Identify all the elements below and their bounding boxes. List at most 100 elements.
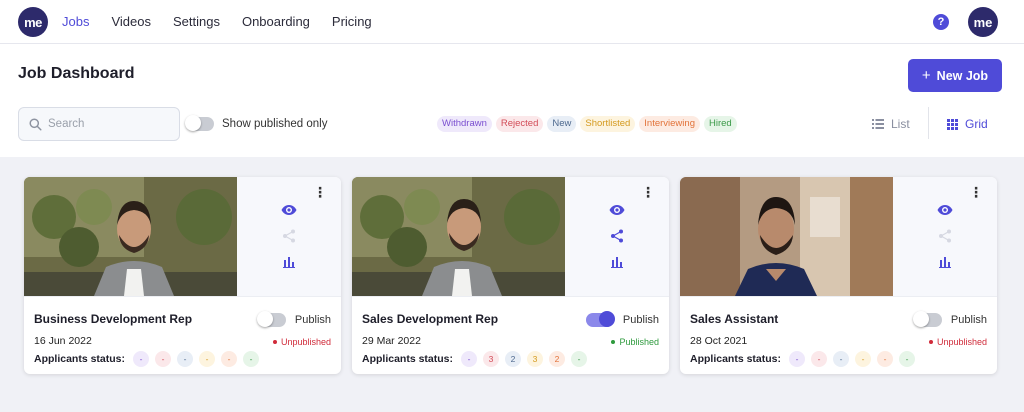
count-shortlisted[interactable]: - xyxy=(855,351,872,367)
job-date: 16 Jun 2022 xyxy=(34,335,92,347)
job-title[interactable]: Sales Development Rep xyxy=(362,312,498,326)
count-new[interactable]: 2 xyxy=(505,351,522,367)
count-new[interactable]: - xyxy=(833,351,850,367)
nav-link-pricing[interactable]: Pricing xyxy=(332,14,372,29)
status-chip-hired[interactable]: Hired xyxy=(703,116,737,132)
card-actions: ⋮ xyxy=(237,177,341,296)
publish-status-text: Unpublished xyxy=(936,337,987,347)
status-dot xyxy=(272,340,277,344)
stats-icon[interactable] xyxy=(607,253,627,271)
show-published-filter: Show published only xyxy=(185,115,328,131)
show-published-label: Show published only xyxy=(222,118,328,130)
nav-links: Jobs Videos Settings Onboarding Pricing xyxy=(62,14,394,29)
count-hired[interactable]: - xyxy=(899,351,916,367)
publish-status-text: Published xyxy=(619,337,659,347)
new-job-label: New Job xyxy=(936,68,989,83)
brand-logo[interactable]: me xyxy=(18,7,48,37)
count-new[interactable]: - xyxy=(177,351,194,367)
nav-link-settings[interactable]: Settings xyxy=(173,14,220,29)
help-icon[interactable]: ? xyxy=(933,14,949,30)
plus-icon: + xyxy=(921,67,931,84)
publish-control: Publish xyxy=(256,311,331,327)
count-interviewing[interactable]: 2 xyxy=(549,351,566,367)
status-chip-new[interactable]: New xyxy=(547,116,577,132)
status-dot xyxy=(611,340,616,344)
page-title: Job Dashboard xyxy=(18,65,135,82)
more-options-icon[interactable]: ⋮ xyxy=(313,185,327,199)
card-body: Sales Assistant Publish 28 Oct 2021 Unpu… xyxy=(680,296,997,374)
grid-icon xyxy=(947,118,958,130)
status-chip-rejected[interactable]: Rejected xyxy=(495,116,544,132)
count-rejected[interactable]: - xyxy=(155,351,172,367)
view-icon[interactable] xyxy=(607,201,627,219)
count-hired[interactable]: - xyxy=(571,351,588,367)
publish-label: Publish xyxy=(950,314,987,326)
count-rejected[interactable]: 3 xyxy=(483,351,500,367)
grid-view-button[interactable]: Grid xyxy=(947,117,988,131)
count-rejected[interactable]: - xyxy=(811,351,828,367)
avatar[interactable]: me xyxy=(968,7,998,37)
publish-label: Publish xyxy=(294,314,331,326)
count-withdrawn[interactable]: - xyxy=(133,351,150,367)
job-card[interactable]: ⋮ Sales Development Rep Publish 29 Mar 2… xyxy=(352,177,669,374)
publish-label: Publish xyxy=(622,314,659,326)
share-icon[interactable] xyxy=(607,227,627,245)
share-icon[interactable] xyxy=(935,227,955,245)
count-withdrawn[interactable]: - xyxy=(789,351,806,367)
list-view-button[interactable]: List xyxy=(872,117,910,131)
search-input[interactable] xyxy=(48,118,168,130)
search-icon xyxy=(29,117,42,131)
count-interviewing[interactable]: - xyxy=(221,351,238,367)
more-options-icon[interactable]: ⋮ xyxy=(641,185,655,199)
publish-status: Unpublished xyxy=(928,337,987,347)
status-chip-withdrawn[interactable]: Withdrawn xyxy=(437,116,492,132)
video-thumbnail[interactable] xyxy=(24,177,237,296)
applicants-status: Applicants status: - - - - - - xyxy=(690,351,916,367)
top-nav: me Jobs Videos Settings Onboarding Prici… xyxy=(0,0,1024,44)
video-thumbnail[interactable] xyxy=(352,177,565,296)
count-interviewing[interactable]: - xyxy=(877,351,894,367)
job-date: 29 Mar 2022 xyxy=(362,335,421,347)
applicants-status: Applicants status: - - - - - - xyxy=(34,351,260,367)
show-published-toggle[interactable] xyxy=(185,115,214,131)
count-hired[interactable]: - xyxy=(243,351,260,367)
stats-icon[interactable] xyxy=(279,253,299,271)
nav-link-jobs[interactable]: Jobs xyxy=(62,14,89,29)
view-icon[interactable] xyxy=(935,201,955,219)
job-card[interactable]: ⋮ Business Development Rep Publish 16 Ju… xyxy=(24,177,341,374)
job-date: 28 Oct 2021 xyxy=(690,335,748,347)
video-thumbnail[interactable] xyxy=(680,177,893,296)
view-divider xyxy=(928,107,929,139)
count-shortlisted[interactable]: - xyxy=(199,351,216,367)
nav-link-videos[interactable]: Videos xyxy=(111,14,151,29)
job-title[interactable]: Business Development Rep xyxy=(34,312,192,326)
publish-toggle[interactable] xyxy=(256,311,286,327)
stats-icon[interactable] xyxy=(935,253,955,271)
card-body: Sales Development Rep Publish 29 Mar 202… xyxy=(352,296,669,374)
publish-control: Publish xyxy=(585,311,659,327)
share-icon[interactable] xyxy=(279,227,299,245)
card-body: Business Development Rep Publish 16 Jun … xyxy=(24,296,341,374)
more-options-icon[interactable]: ⋮ xyxy=(969,185,983,199)
status-legend: Withdrawn Rejected New Shortlisted Interview… xyxy=(437,116,737,132)
status-dot xyxy=(928,340,933,344)
applicants-label: Applicants status: xyxy=(362,353,454,365)
nav-link-onboarding[interactable]: Onboarding xyxy=(242,14,310,29)
publish-status: Published xyxy=(611,337,659,347)
publish-status: Unpublished xyxy=(272,337,331,347)
applicants-status: Applicants status: - 3 2 3 2 - xyxy=(362,351,588,367)
job-card[interactable]: ⋮ Sales Assistant Publish 28 Oct 2021 Un… xyxy=(680,177,997,374)
status-chip-interviewing[interactable]: Interviewing xyxy=(639,116,700,132)
view-icon[interactable] xyxy=(279,201,299,219)
publish-status-text: Unpublished xyxy=(280,337,331,347)
count-shortlisted[interactable]: 3 xyxy=(527,351,544,367)
list-icon xyxy=(872,119,884,129)
card-actions: ⋮ xyxy=(565,177,669,296)
search-box xyxy=(18,107,180,141)
publish-toggle[interactable] xyxy=(585,311,615,327)
publish-toggle[interactable] xyxy=(912,311,942,327)
count-withdrawn[interactable]: - xyxy=(461,351,478,367)
job-title[interactable]: Sales Assistant xyxy=(690,312,778,326)
new-job-button[interactable]: + New Job xyxy=(908,59,1002,92)
status-chip-shortlisted[interactable]: Shortlisted xyxy=(580,116,636,132)
